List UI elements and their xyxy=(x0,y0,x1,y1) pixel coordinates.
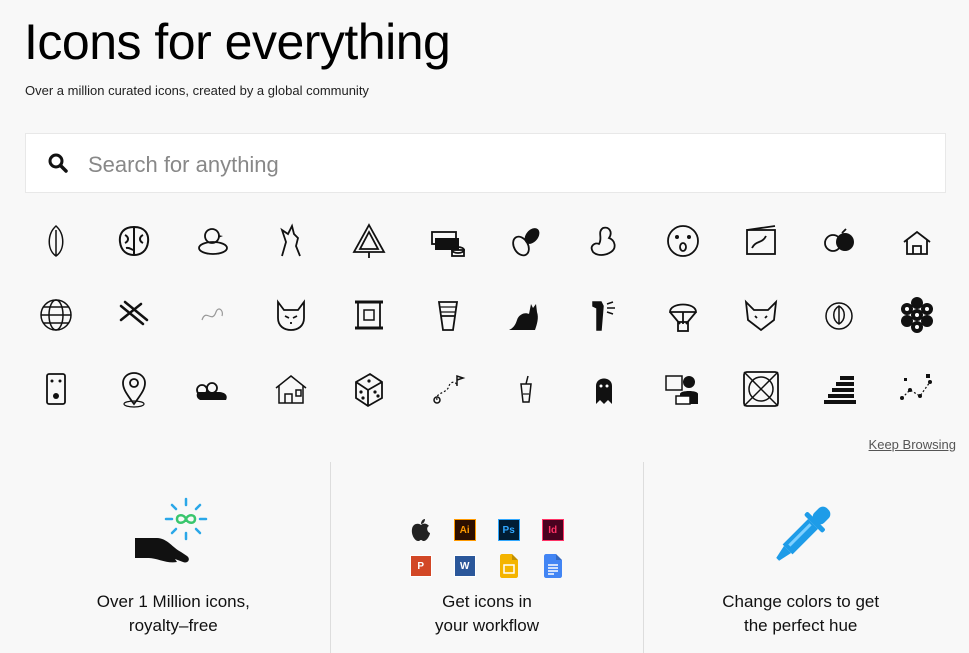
word-badge: W xyxy=(453,555,476,577)
feature-royalty-free: Over 1 Million icons, royalty–free xyxy=(17,462,330,653)
search-bar[interactable] xyxy=(25,133,946,193)
photoshop-icon: Ps xyxy=(487,512,531,548)
roller-skate-icon[interactable] xyxy=(174,352,252,426)
apple-icon xyxy=(399,512,443,548)
raspberry-icon[interactable] xyxy=(878,278,956,352)
scroll-icon[interactable] xyxy=(330,278,408,352)
fruit-icon[interactable] xyxy=(800,204,878,278)
wolf-howling-icon[interactable] xyxy=(252,204,330,278)
route-flag-icon[interactable] xyxy=(408,352,486,426)
black-cat-icon[interactable] xyxy=(487,278,565,352)
dice-icon[interactable] xyxy=(330,352,408,426)
powerpoint-icon: P xyxy=(399,548,443,584)
powerpoint-badge: P xyxy=(409,555,432,577)
page-subtitle: Over a million curated icons, created by… xyxy=(25,83,369,98)
globe-icon[interactable] xyxy=(17,278,95,352)
drawing-frame-icon[interactable] xyxy=(722,204,800,278)
feature-workflow: Ai Ps Id P W Get icons in your workflow xyxy=(329,462,644,653)
indesign-icon: Id xyxy=(531,512,575,548)
map-pin-icon[interactable] xyxy=(95,352,173,426)
feature-title: Over 1 Million icons, royalty–free xyxy=(96,592,250,635)
leaf-badge-icon[interactable] xyxy=(800,278,878,352)
dropper-icon xyxy=(776,506,831,561)
stairs-icon[interactable] xyxy=(800,352,878,426)
search-input[interactable] xyxy=(86,146,930,184)
keep-browsing-link[interactable]: Keep Browsing xyxy=(869,437,956,452)
house-network-icon[interactable] xyxy=(878,204,956,278)
feature-section: Over 1 Million icons, royalty–free Ai Ps I… xyxy=(17,462,957,653)
parachute-box-icon[interactable] xyxy=(643,278,721,352)
feature-title: Change colors to get the perfect hue xyxy=(722,592,880,635)
search-icon[interactable] xyxy=(48,153,68,173)
effects-pedal-icon[interactable] xyxy=(17,352,95,426)
bird-in-nest-icon[interactable] xyxy=(174,204,252,278)
page-title: Icons for everything xyxy=(24,14,451,70)
leaf-icon[interactable] xyxy=(17,204,95,278)
no-signal-square-icon[interactable] xyxy=(722,352,800,426)
indesign-badge: Id xyxy=(541,519,564,541)
ghost-icon[interactable] xyxy=(565,352,643,426)
infinity-icon xyxy=(175,514,197,524)
illustrator-icon: Ai xyxy=(443,512,487,548)
peanut-icon[interactable] xyxy=(565,204,643,278)
money-stack-icon[interactable] xyxy=(408,204,486,278)
scribble-icon[interactable] xyxy=(174,278,252,352)
photoshop-badge: Ps xyxy=(497,519,520,541)
brain-icon[interactable] xyxy=(95,204,173,278)
cat-face-icon[interactable] xyxy=(252,278,330,352)
word-icon: W xyxy=(443,548,487,584)
iced-drink-icon[interactable] xyxy=(487,352,565,426)
feature-title: Get icons in your workflow xyxy=(435,592,539,635)
cocoa-beans-icon[interactable] xyxy=(487,204,565,278)
icon-grid xyxy=(17,204,957,426)
hand-icon xyxy=(135,538,189,563)
djembe-drum-icon[interactable] xyxy=(408,278,486,352)
app-icon-grid: Ai Ps Id P W xyxy=(399,512,575,584)
pine-tree-icon[interactable] xyxy=(330,204,408,278)
feature-colors: Change colors to get the perfect hue xyxy=(643,462,957,653)
hand-infinity-icon xyxy=(135,497,208,563)
person-at-laptop-icon[interactable] xyxy=(643,352,721,426)
house-icon[interactable] xyxy=(252,352,330,426)
google-slides-icon xyxy=(487,548,531,584)
shower-icon[interactable] xyxy=(565,278,643,352)
google-docs-icon xyxy=(531,548,575,584)
illustrator-badge: Ai xyxy=(453,519,476,541)
fox-head-icon[interactable] xyxy=(722,278,800,352)
surprised-face-icon[interactable] xyxy=(643,204,721,278)
dotted-map-icon[interactable] xyxy=(878,352,956,426)
nails-icon[interactable] xyxy=(95,278,173,352)
